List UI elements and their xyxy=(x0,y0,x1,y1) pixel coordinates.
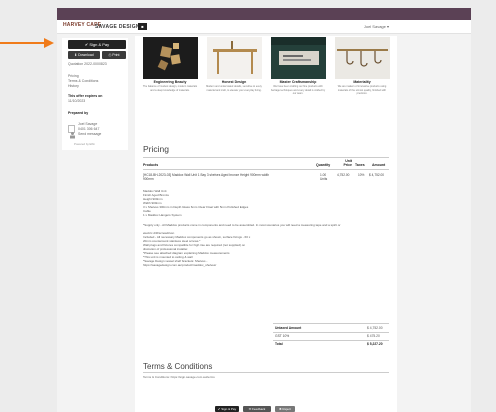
divider xyxy=(143,157,389,158)
item-desc-line: 1 x Maddox Hangers System xyxy=(143,213,182,217)
feature-title: Engineering Beauty xyxy=(153,80,187,84)
untaxed-value: $ 4,752.00 xyxy=(367,326,383,330)
feature-image-sign xyxy=(271,37,326,79)
line-item-amount: $ 4,752.00 xyxy=(369,173,385,177)
col-taxes: Taxes xyxy=(355,163,365,167)
brand-logo-savage[interactable]: SAVAGE DESIGN xyxy=(95,24,140,30)
brand-badge-icon: ■ xyxy=(138,23,147,30)
footer-feedback-button[interactable]: ✉ Feedback xyxy=(243,406,271,412)
send-message-link[interactable]: Send message xyxy=(78,132,101,137)
feature-image-squares xyxy=(143,37,198,79)
expiry-date: 11/10/2023 xyxy=(68,99,86,103)
line-item-qty: 1.00 Units xyxy=(320,173,328,181)
sign-and-pay-button[interactable]: ✔ Sign & Pay xyxy=(68,40,126,49)
sidebar-action-row: ⬇ Download ⎙ Print xyxy=(68,51,126,59)
feature-image-hooks xyxy=(335,37,390,79)
col-products: Products xyxy=(143,163,159,167)
person-icon xyxy=(70,132,75,139)
feature-title: Materiality xyxy=(353,80,371,84)
item-note-line[interactable]: https://savagedesign.com.au/product/madd… xyxy=(143,263,216,267)
terms-text[interactable]: Terms & Conditions: https://sign.savage.… xyxy=(143,375,215,379)
feature-description: Modern and understated details, sensitiv… xyxy=(206,85,262,92)
divider xyxy=(143,169,389,170)
gst-label: GST 10% xyxy=(275,334,290,338)
annotation-arrow-line xyxy=(0,42,46,44)
divider xyxy=(143,372,389,373)
col-amount: Amount xyxy=(372,163,386,167)
item-note-line: *Supply only - All Maddox products come … xyxy=(143,223,341,227)
gst-value: $ 475.20 xyxy=(367,334,380,338)
feature-description: The balance of modest design, modern mat… xyxy=(142,85,198,92)
footer-reject-button[interactable]: ✖ Reject xyxy=(275,406,295,412)
sidebar: ✔ Sign & Pay ⬇ Download ⎙ Print Quotatio… xyxy=(62,38,128,150)
pricing-heading: Pricing xyxy=(143,144,169,154)
feature-title: Honest Design xyxy=(221,80,247,84)
top-bar xyxy=(57,8,471,20)
salesperson-avatar xyxy=(68,125,75,139)
download-button[interactable]: ⬇ Download xyxy=(68,51,100,59)
item-desc-line: 3 x Shelves 300mm in Depth Glass 6mm Cle… xyxy=(143,205,249,209)
feature-description: We have been crafting our fine products … xyxy=(270,85,326,96)
app-header: HARVEY CAPE SAVAGE DESIGN ■ Joel Savage … xyxy=(57,20,471,34)
col-unit-price: Unit Price xyxy=(343,159,352,167)
total-value: $ 5,227.20 xyxy=(367,342,383,346)
line-item-unit-price: 4,752.00 xyxy=(337,173,350,177)
feature-title: Master Craftsmanship xyxy=(279,80,317,84)
prepared-by-label: Prepared by xyxy=(68,111,89,115)
total-label: Total xyxy=(275,342,283,346)
col-quantity: Quantity xyxy=(316,163,331,167)
divider xyxy=(273,332,389,333)
feature-description: We are makers of innovative products usi… xyxy=(337,85,387,96)
divider xyxy=(273,323,389,324)
expiry-label: This offer expires on xyxy=(68,94,103,98)
print-button[interactable]: ⎙ Print xyxy=(102,51,126,59)
footer-sign-button[interactable]: ✔ Sign & Pay xyxy=(215,406,239,412)
user-menu[interactable]: Joel Savage ▾ xyxy=(364,24,389,29)
line-item-name: [HC18-BH-2023-03] Maddox Wall Unit 1 Bay… xyxy=(143,173,270,181)
annotation-arrow-icon xyxy=(44,38,54,48)
divider xyxy=(273,340,389,341)
feature-image-rail xyxy=(207,37,262,79)
untaxed-label: Untaxed Amount xyxy=(275,326,302,330)
line-item-taxes: 10% xyxy=(358,173,365,177)
quote-document: Engineering Beauty The balance of modest… xyxy=(135,36,397,412)
quote-number: Quotation 2022-0000823 xyxy=(68,62,107,66)
terms-heading: Terms & Conditions xyxy=(143,362,213,371)
nav-history-link[interactable]: History xyxy=(68,84,79,89)
powered-by: Powered by Elfin xyxy=(74,142,95,146)
